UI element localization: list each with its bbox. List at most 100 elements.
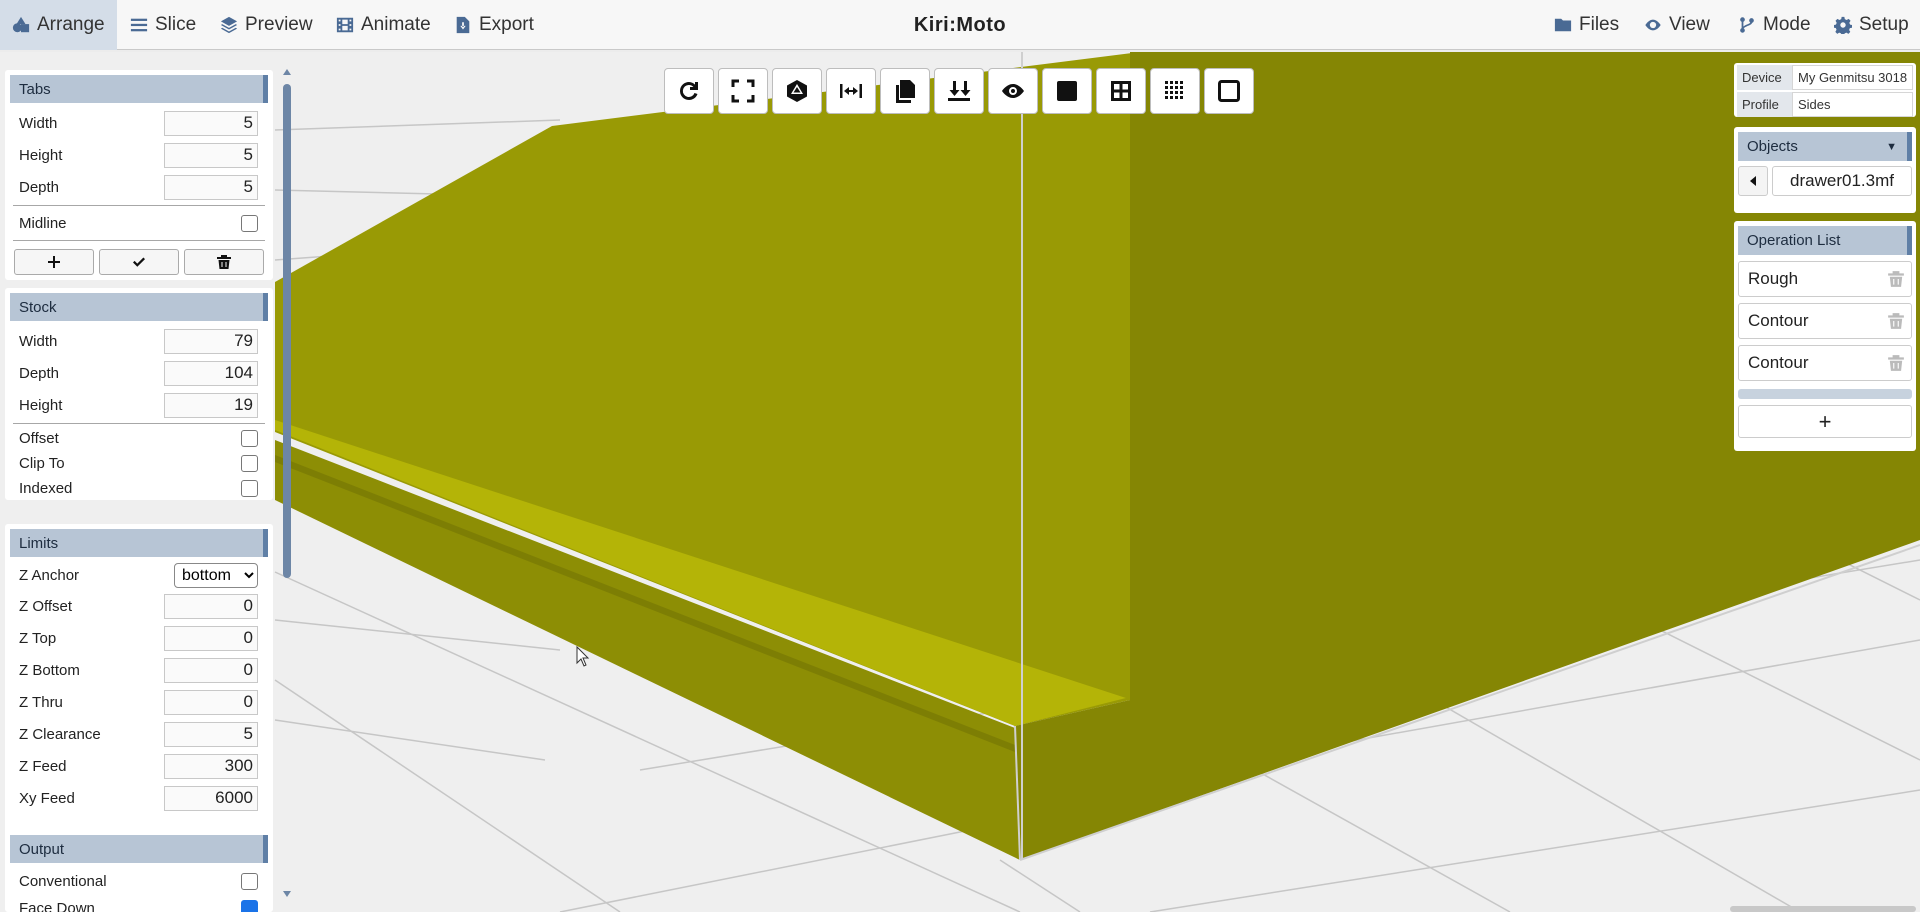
eye-icon bbox=[1645, 19, 1661, 31]
stock-header[interactable]: Stock bbox=[10, 293, 268, 321]
operation-item-contour[interactable]: Contour bbox=[1738, 345, 1912, 381]
z-clearance-row: Z Clearance bbox=[5, 718, 273, 750]
stock-offset-label: Offset bbox=[19, 430, 59, 447]
z-feed-row: Z Feed bbox=[5, 750, 273, 782]
conventional-checkbox[interactable] bbox=[241, 872, 258, 890]
xy-feed-row: Xy Feed bbox=[5, 782, 273, 814]
z-bottom-input[interactable] bbox=[164, 657, 258, 683]
operation-list-header[interactable]: Operation List bbox=[1738, 226, 1912, 255]
tabs-height-input[interactable] bbox=[164, 142, 258, 168]
stock-height-input[interactable] bbox=[164, 392, 258, 418]
tabs-header[interactable]: Tabs bbox=[10, 75, 268, 103]
width-button[interactable] bbox=[826, 68, 876, 114]
operation-drop-bar[interactable] bbox=[1738, 389, 1912, 399]
z-top-row: Z Top bbox=[5, 622, 273, 654]
trash-icon[interactable] bbox=[1887, 354, 1905, 372]
copy-icon bbox=[896, 80, 915, 103]
menu-export-label: Export bbox=[479, 14, 534, 35]
z-thru-input[interactable] bbox=[164, 689, 258, 715]
z-bottom-row: Z Bottom bbox=[5, 654, 273, 686]
device-value: My Genmitsu 3018 bbox=[1792, 65, 1913, 90]
profile-row[interactable]: Profile Sides bbox=[1737, 92, 1913, 117]
menu-arrange[interactable]: Arrange bbox=[0, 0, 117, 50]
menu-slice-label: Slice bbox=[155, 14, 197, 35]
profile-label: Profile bbox=[1737, 92, 1792, 117]
z-feed-input[interactable] bbox=[164, 753, 258, 779]
device-label: Device bbox=[1737, 65, 1792, 90]
visibility-button[interactable] bbox=[988, 68, 1038, 114]
menu-export[interactable]: Export bbox=[442, 0, 546, 50]
dots-view-button[interactable] bbox=[1150, 68, 1200, 114]
outline-view-button[interactable] bbox=[1204, 68, 1254, 114]
operation-item-rough[interactable]: Rough bbox=[1738, 261, 1912, 297]
z-top-input[interactable] bbox=[164, 625, 258, 651]
menu-preview[interactable]: Preview bbox=[208, 0, 325, 50]
horizontal-scrollbar[interactable] bbox=[1730, 906, 1916, 912]
shapes-icon bbox=[12, 16, 30, 33]
object-name[interactable]: drawer01.3mf bbox=[1772, 166, 1912, 196]
z-clearance-input[interactable] bbox=[164, 721, 258, 747]
z-offset-row: Z Offset bbox=[5, 590, 273, 622]
tabs-depth-label: Depth bbox=[19, 178, 60, 196]
output-header[interactable]: Output bbox=[10, 835, 268, 863]
tabs-width-input[interactable] bbox=[164, 110, 258, 136]
drop-button[interactable] bbox=[934, 68, 984, 114]
dice-icon bbox=[787, 80, 807, 102]
menu-animate[interactable]: Animate bbox=[324, 0, 443, 50]
xy-feed-input[interactable] bbox=[164, 785, 258, 811]
objects-box: Objects ▼ drawer01.3mf bbox=[1734, 127, 1916, 213]
menu-animate-label: Animate bbox=[361, 14, 431, 35]
scroll-down-icon bbox=[283, 891, 291, 897]
clear-tabs-button[interactable] bbox=[184, 249, 264, 275]
divider bbox=[13, 205, 265, 206]
tabs-depth-input[interactable] bbox=[164, 174, 258, 200]
tabs-width-label: Width bbox=[19, 114, 58, 132]
menu-files[interactable]: Files bbox=[1542, 0, 1631, 50]
z-offset-input[interactable] bbox=[164, 593, 258, 619]
z-bottom-label: Z Bottom bbox=[19, 661, 80, 679]
offset-checkbox[interactable] bbox=[241, 430, 258, 447]
tabs-width-row: Width bbox=[5, 107, 273, 139]
fit-view-button[interactable] bbox=[718, 68, 768, 114]
menu-slice[interactable]: Slice bbox=[118, 0, 208, 50]
conventional-label: Conventional bbox=[19, 872, 107, 890]
object-toggle-button[interactable] bbox=[1738, 166, 1768, 196]
stock-height-row: Height bbox=[5, 389, 273, 421]
rotate-icon bbox=[680, 82, 698, 100]
grid-view-button[interactable] bbox=[1096, 68, 1146, 114]
scrollbar-thumb[interactable] bbox=[283, 84, 291, 578]
menu-view-label: View bbox=[1669, 14, 1710, 35]
square-solid-icon bbox=[1057, 81, 1077, 101]
objects-header[interactable]: Objects ▼ bbox=[1738, 132, 1912, 161]
operation-item-contour[interactable]: Contour bbox=[1738, 303, 1912, 339]
done-tab-button[interactable] bbox=[99, 249, 179, 275]
duplicate-button[interactable] bbox=[880, 68, 930, 114]
trash-icon[interactable] bbox=[1887, 270, 1905, 288]
indexed-checkbox[interactable] bbox=[241, 480, 258, 497]
trash-icon[interactable] bbox=[1887, 312, 1905, 330]
menu-mode[interactable]: Mode bbox=[1726, 0, 1823, 50]
dice-button[interactable] bbox=[772, 68, 822, 114]
settings-scrollbar[interactable] bbox=[281, 66, 293, 902]
stock-width-label: Width bbox=[19, 332, 58, 350]
face-down-row: Face Down bbox=[5, 895, 273, 912]
menu-setup[interactable]: Setup bbox=[1822, 0, 1920, 50]
menu-view[interactable]: View bbox=[1632, 0, 1722, 50]
device-row[interactable]: Device My Genmitsu 3018 bbox=[1737, 65, 1913, 90]
add-operation-button[interactable]: + bbox=[1738, 405, 1912, 438]
stock-depth-input[interactable] bbox=[164, 360, 258, 386]
z-feed-label: Z Feed bbox=[19, 757, 67, 775]
rotate-button[interactable] bbox=[664, 68, 714, 114]
clip-to-checkbox[interactable] bbox=[241, 455, 258, 472]
stock-offset-row: Offset bbox=[5, 426, 273, 451]
add-tab-button[interactable] bbox=[14, 249, 94, 275]
face-down-checkbox[interactable] bbox=[241, 899, 258, 912]
stock-width-input[interactable] bbox=[164, 328, 258, 354]
limits-header[interactable]: Limits bbox=[10, 529, 268, 557]
device-profile-box: Device My Genmitsu 3018 Profile Sides bbox=[1734, 63, 1916, 117]
midline-checkbox[interactable] bbox=[241, 214, 258, 232]
tabs-height-label: Height bbox=[19, 146, 63, 164]
z-anchor-select[interactable]: bottom bbox=[174, 563, 258, 588]
caret-left-icon bbox=[1750, 176, 1756, 186]
solid-view-button[interactable] bbox=[1042, 68, 1092, 114]
